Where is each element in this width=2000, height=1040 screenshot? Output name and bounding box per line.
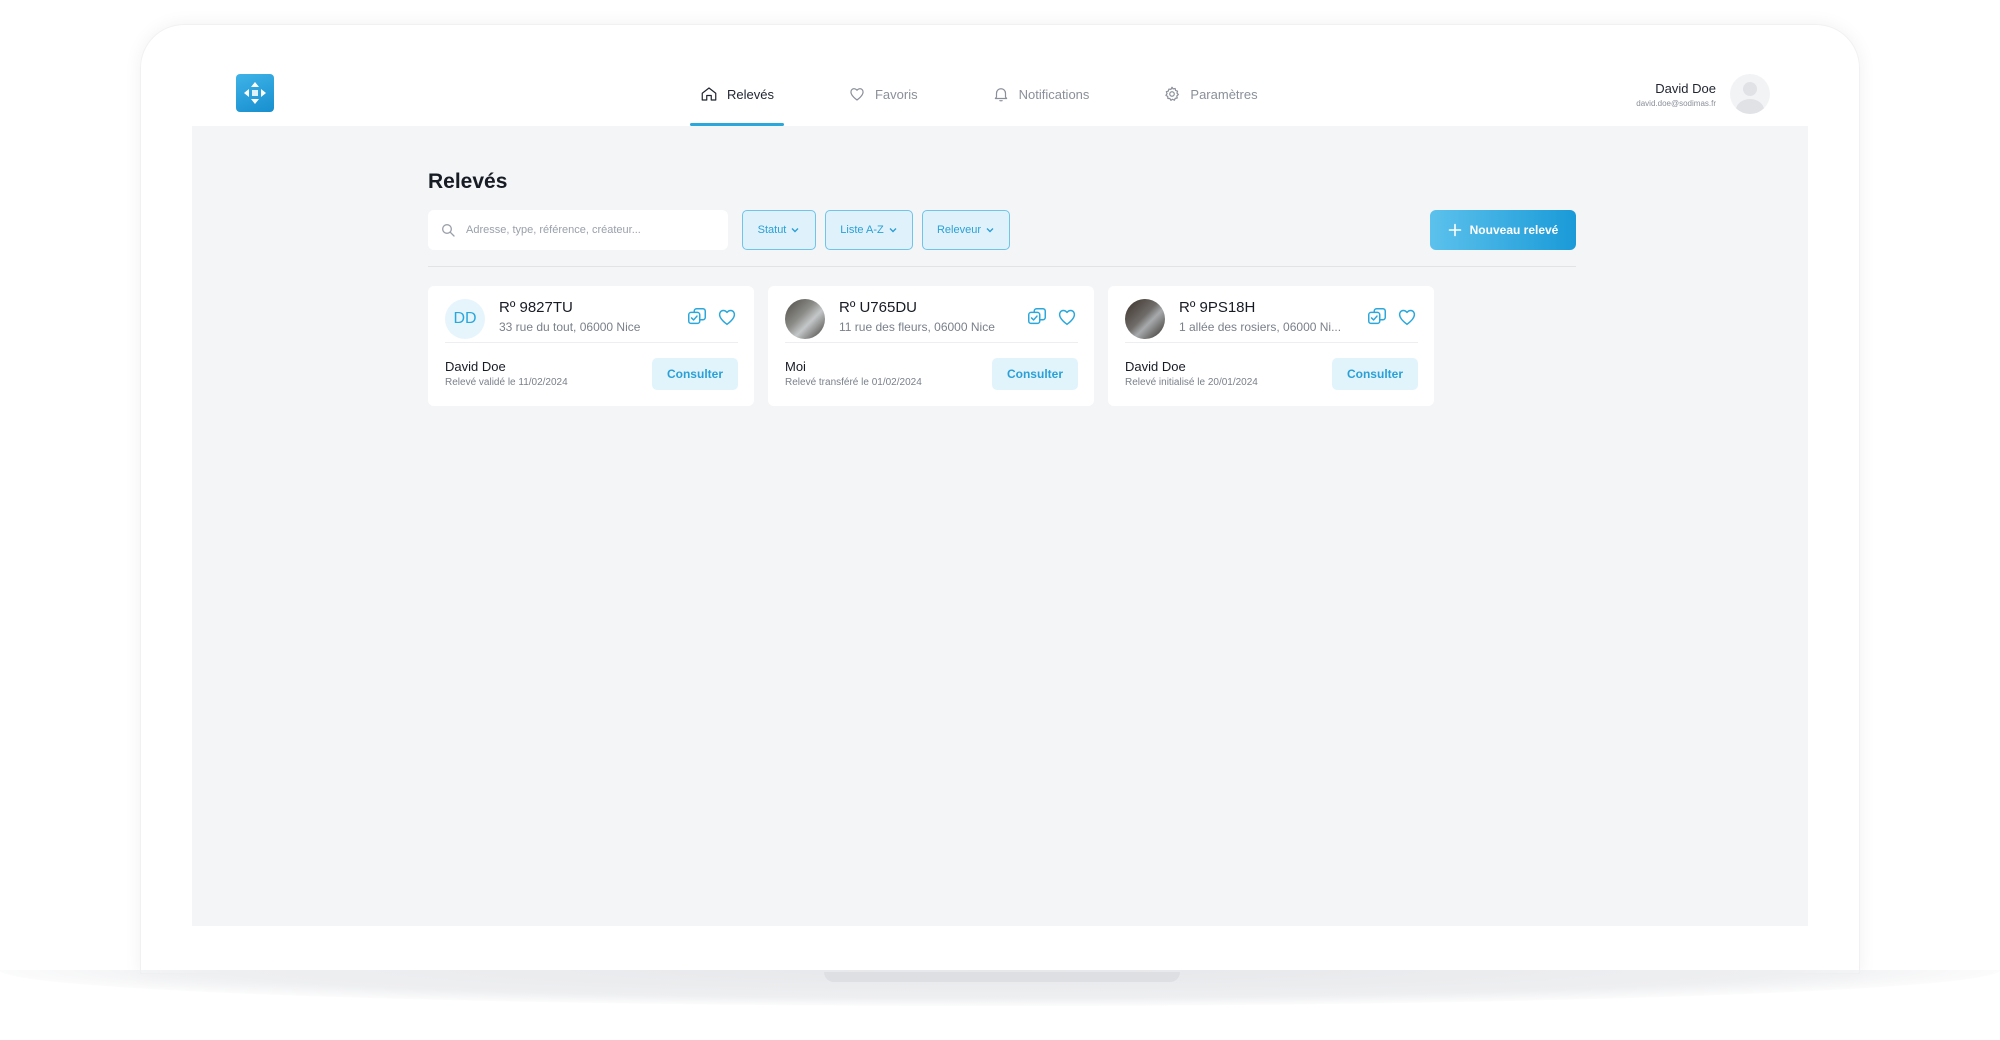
card-address: 33 rue du tout, 06000 Nice <box>499 320 641 334</box>
nav-item-notifications[interactable]: Notifications <box>982 62 1100 126</box>
card-status: Relevé initialisé le 20/01/2024 <box>1125 377 1258 388</box>
filter-label: Statut <box>757 224 787 236</box>
search-icon <box>442 224 455 237</box>
card-header: DD Rº 9827TU 33 rue du tout, 06000 Nice <box>445 299 738 343</box>
card-reference: Rº U765DU <box>839 299 918 316</box>
filter-liste[interactable]: Liste A-Z <box>825 210 913 250</box>
chevron-down-icon <box>986 228 994 233</box>
nav-item-label: Paramètres <box>1190 86 1258 102</box>
app-header: Relevés Favoris Notifications Paramètres… <box>190 62 1810 126</box>
main-content: Relevés Statut Liste A-Z Releveur Nouvea… <box>192 126 1808 926</box>
card-header: Rº 9PS18H 1 allée des rosiers, 06000 Ni.… <box>1125 299 1418 343</box>
card-status: Relevé transféré le 01/02/2024 <box>785 377 922 388</box>
duplicate-icon[interactable] <box>1366 306 1388 328</box>
nav-item-releves[interactable]: Relevés <box>690 62 784 126</box>
releve-card: DD Rº 9827TU 33 rue du tout, 06000 Nice … <box>428 286 754 406</box>
user-avatar[interactable] <box>1730 74 1770 114</box>
nav-item-parametres[interactable]: Paramètres <box>1153 62 1267 126</box>
card-reference: Rº 9827TU <box>499 299 573 316</box>
favorite-icon[interactable] <box>1056 306 1078 328</box>
main-nav: Relevés Favoris Notifications Paramètres <box>690 62 1322 126</box>
nav-item-label: Notifications <box>1018 86 1090 102</box>
card-owner: David Doe <box>445 359 506 374</box>
consult-button[interactable]: Consulter <box>992 358 1078 390</box>
filter-label: Releveur <box>936 224 982 236</box>
nav-item-label: Favoris <box>874 86 918 102</box>
toolbar: Statut Liste A-Z Releveur Nouveau relevé <box>428 210 1576 250</box>
new-button-label: Nouveau relevé <box>1469 223 1559 237</box>
card-actions <box>1366 306 1418 328</box>
user-email: david.doe@sodimas.fr <box>1636 98 1716 108</box>
favorite-icon[interactable] <box>1396 306 1418 328</box>
card-address: 1 allée des rosiers, 06000 Ni... <box>1179 320 1342 334</box>
chevron-down-icon <box>889 228 897 233</box>
card-owner: David Doe <box>1125 359 1186 374</box>
chevron-down-icon <box>791 228 799 233</box>
plus-icon <box>1448 223 1461 237</box>
home-icon <box>701 87 717 101</box>
card-photo <box>785 299 825 339</box>
card-actions <box>686 306 738 328</box>
new-releve-button[interactable]: Nouveau relevé <box>1430 210 1576 250</box>
search-input[interactable] <box>466 224 696 236</box>
card-actions <box>1026 306 1078 328</box>
heart-icon <box>850 88 864 101</box>
card-reference: Rº 9PS18H <box>1179 299 1256 316</box>
user-menu[interactable]: David Doe david.doe@sodimas.fr <box>1636 74 1770 114</box>
card-header: Rº U765DU 11 rue des fleurs, 06000 Nice <box>785 299 1078 343</box>
user-info: David Doe david.doe@sodimas.fr <box>1636 81 1716 108</box>
consult-button[interactable]: Consulter <box>652 358 738 390</box>
card-photo <box>1125 299 1165 339</box>
releve-card: Rº 9PS18H 1 allée des rosiers, 06000 Ni.… <box>1108 286 1434 406</box>
logo-icon <box>244 82 266 104</box>
card-address: 11 rue des fleurs, 06000 Nice <box>839 320 995 334</box>
toolbar-divider <box>428 266 1576 267</box>
card-owner: Moi <box>785 359 806 374</box>
filter-releveur[interactable]: Releveur <box>922 210 1010 250</box>
favorite-icon[interactable] <box>716 306 738 328</box>
card-status: Relevé validé le 11/02/2024 <box>445 377 568 388</box>
search-box <box>428 210 728 250</box>
nav-item-favoris[interactable]: Favoris <box>838 62 928 126</box>
duplicate-icon[interactable] <box>1026 306 1048 328</box>
bell-icon <box>994 88 1007 102</box>
laptop-notch <box>824 972 1180 982</box>
gear-icon <box>1165 86 1180 101</box>
releve-card: Rº U765DU 11 rue des fleurs, 06000 Nice … <box>768 286 1094 406</box>
filter-label: Liste A-Z <box>840 224 884 236</box>
duplicate-icon[interactable] <box>686 306 708 328</box>
consult-button[interactable]: Consulter <box>1332 358 1418 390</box>
user-name: David Doe <box>1655 80 1716 96</box>
page-title: Relevés <box>428 170 508 193</box>
app-logo[interactable] <box>236 74 274 112</box>
filter-statut[interactable]: Statut <box>742 210 816 250</box>
nav-item-label: Relevés <box>727 86 774 102</box>
card-avatar: DD <box>445 299 485 339</box>
